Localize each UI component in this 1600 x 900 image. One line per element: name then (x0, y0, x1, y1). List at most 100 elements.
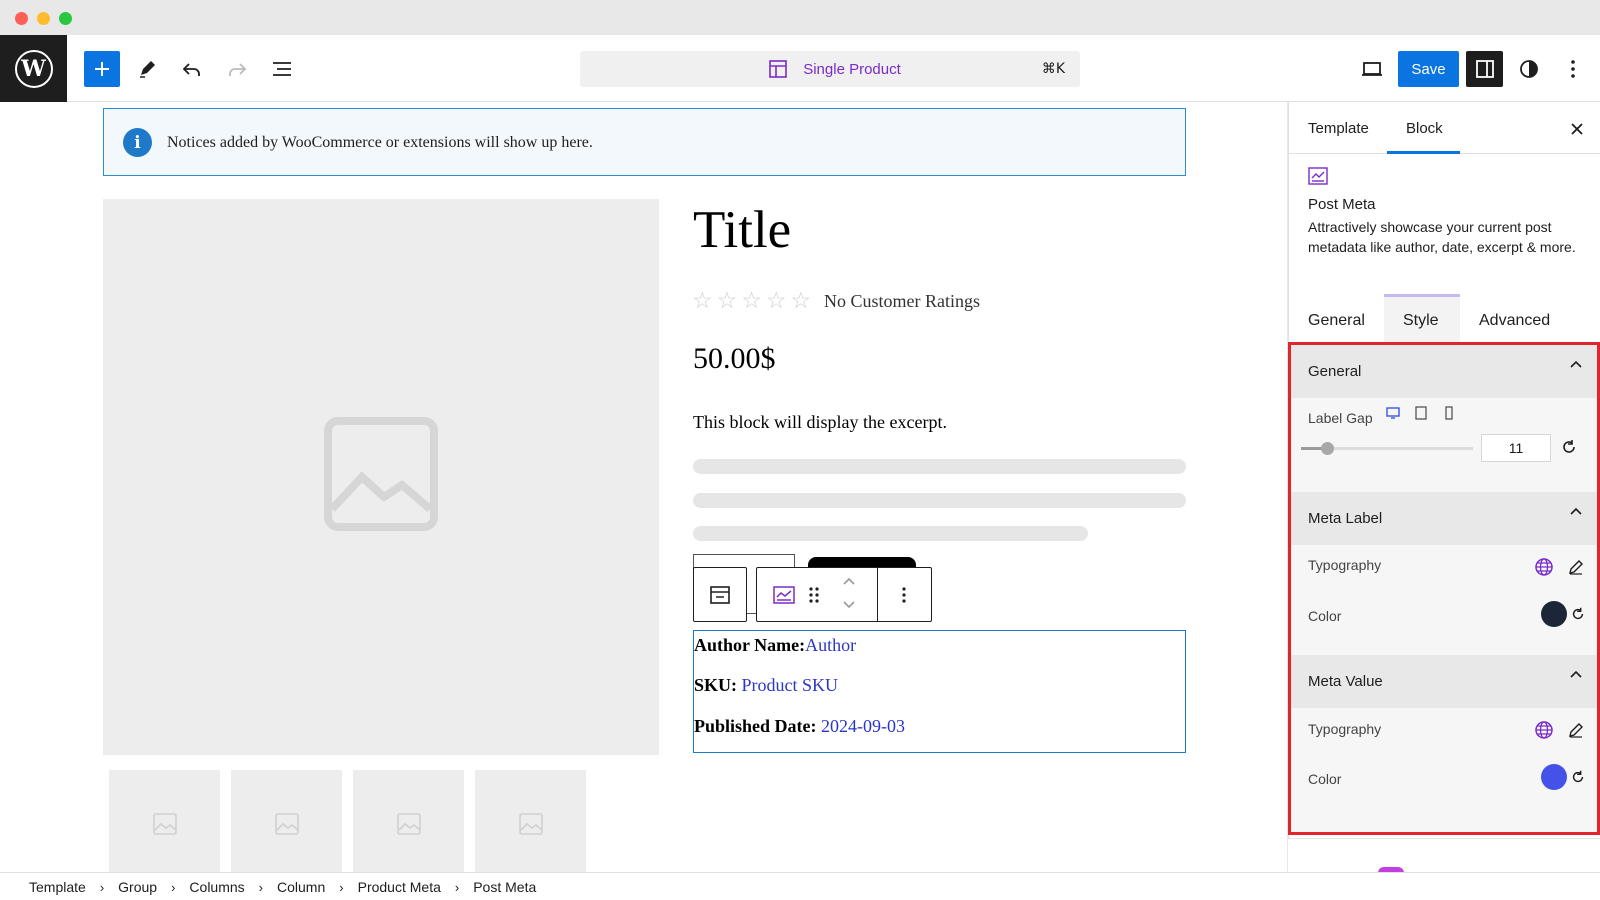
block-toolbar (756, 567, 932, 622)
command-palette-bar[interactable]: Single Product ⌘K (580, 51, 1080, 87)
meta-label: SKU: (694, 675, 738, 695)
image-placeholder-icon (275, 813, 299, 835)
notice-text: Notices added by WooCommerce or extensio… (167, 134, 593, 151)
globe-icon[interactable] (1534, 720, 1554, 740)
document-overview-button[interactable] (264, 51, 300, 87)
desktop-device-icon[interactable] (1384, 404, 1401, 421)
label-gap-input[interactable]: 11 (1481, 434, 1551, 462)
product-image-placeholder[interactable] (103, 199, 659, 755)
chevron-right-icon: › (171, 879, 176, 895)
breadcrumb-item-post-meta[interactable]: Post Meta (473, 879, 536, 895)
skeleton-line (693, 493, 1186, 508)
chevron-up-icon (1570, 507, 1582, 515)
gallery-thumbnail[interactable] (353, 770, 464, 875)
redo-button[interactable] (219, 51, 255, 87)
options-menu-button[interactable] (1555, 51, 1591, 87)
maximize-window-button[interactable] (59, 12, 72, 25)
tab-style[interactable]: Style (1403, 312, 1439, 330)
minimize-window-button[interactable] (37, 12, 50, 25)
meta-row: Author Name:Author (694, 635, 856, 656)
move-down-icon[interactable] (839, 598, 859, 612)
typography-label: Typography (1308, 721, 1382, 737)
move-up-icon[interactable] (839, 574, 859, 588)
meta-value: Author (805, 635, 857, 655)
tab-block[interactable]: Block (1406, 120, 1443, 137)
ratings-text: No Customer Ratings (824, 291, 980, 311)
archive-icon (709, 585, 731, 605)
close-sidebar-button[interactable] (1570, 116, 1584, 142)
post-meta-icon[interactable] (773, 585, 795, 605)
image-placeholder-icon (153, 813, 177, 835)
image-placeholder-icon (324, 417, 438, 531)
section-general-header[interactable]: General (1291, 345, 1597, 398)
save-button[interactable]: Save (1398, 51, 1459, 87)
breadcrumb-item-group[interactable]: Group (118, 879, 157, 895)
select-parent-button[interactable] (693, 567, 747, 622)
close-icon (1571, 123, 1583, 135)
preview-button[interactable] (1354, 51, 1390, 87)
redo-icon (229, 63, 247, 76)
meta-label-color-swatch[interactable] (1541, 601, 1567, 627)
section-meta-label-header[interactable]: Meta Label (1291, 492, 1597, 545)
tab-template[interactable]: Template (1308, 120, 1369, 137)
reset-icon[interactable] (1570, 769, 1586, 785)
section-title: Meta Value (1308, 673, 1383, 690)
chevron-right-icon: › (99, 879, 105, 895)
settings-toggle-button[interactable] (1466, 51, 1503, 87)
star-icon: ☆ (716, 287, 738, 313)
gallery-thumbnail[interactable] (109, 770, 220, 875)
store-notice[interactable]: i Notices added by WooCommerce or extens… (103, 108, 1186, 176)
editor-canvas: i Notices added by WooCommerce or extens… (0, 102, 1287, 875)
post-meta-block[interactable]: Author Name:Author SKU: Product SKU Publ… (693, 630, 1186, 753)
undo-button[interactable] (174, 51, 210, 87)
block-options-icon[interactable] (897, 584, 911, 606)
tablet-device-icon[interactable] (1412, 404, 1429, 421)
meta-label: Author Name: (694, 635, 806, 655)
edit-icon[interactable] (1567, 558, 1585, 576)
label-gap-label: Label Gap (1308, 410, 1373, 426)
mobile-device-icon[interactable] (1440, 404, 1457, 421)
reset-icon[interactable] (1570, 606, 1586, 622)
section-title: General (1308, 363, 1362, 380)
sidebar-icon (1475, 60, 1494, 78)
skeleton-line (693, 459, 1186, 474)
breadcrumb-item-template[interactable]: Template (29, 879, 86, 895)
star-icon: ☆ (765, 287, 787, 313)
breadcrumb-item-column[interactable]: Column (277, 879, 325, 895)
drag-handle-icon[interactable] (807, 584, 821, 606)
star-icon: ☆ (741, 287, 762, 313)
block-breadcrumb-bar: Template › Group › Columns › Column › Pr… (0, 872, 1600, 900)
chevron-right-icon: › (258, 879, 264, 895)
tab-advanced[interactable]: Advanced (1479, 312, 1550, 330)
breadcrumb-item-product-meta[interactable]: Product Meta (358, 879, 441, 895)
edit-icon[interactable] (1567, 721, 1585, 739)
image-placeholder-icon (397, 813, 421, 835)
wordpress-logo-button[interactable]: W (0, 35, 67, 102)
undo-icon (182, 63, 200, 76)
product-excerpt[interactable]: This block will display the excerpt. (693, 412, 947, 433)
meta-label: Published Date: (694, 716, 817, 736)
reset-icon[interactable] (1560, 438, 1578, 456)
breadcrumb-item-columns[interactable]: Columns (189, 879, 244, 895)
meta-value: 2024-09-03 (821, 716, 906, 736)
globe-icon[interactable] (1534, 557, 1554, 577)
rating-stars: ☆ ☆ ☆ ☆ ☆ (692, 287, 811, 314)
tab-general[interactable]: General (1308, 312, 1365, 330)
add-block-button[interactable] (84, 51, 120, 87)
gallery-thumbnail[interactable] (231, 770, 342, 875)
inspector-tabs: General Style Advanced (1289, 294, 1600, 342)
chevron-right-icon: › (339, 879, 344, 895)
label-gap-slider-thumb[interactable] (1321, 442, 1334, 455)
gallery-thumbnail[interactable] (475, 770, 586, 875)
info-icon: i (123, 128, 152, 157)
product-price[interactable]: 50.00$ (693, 342, 776, 376)
command-shortcut: ⌘K (1041, 61, 1065, 77)
section-meta-value-header[interactable]: Meta Value (1291, 655, 1597, 708)
color-label: Color (1308, 771, 1342, 787)
meta-value-color-swatch[interactable] (1541, 764, 1567, 790)
close-window-button[interactable] (15, 12, 28, 25)
pencil-icon (140, 61, 155, 78)
product-title[interactable]: Title (693, 200, 791, 260)
tools-button[interactable] (129, 51, 165, 87)
styles-button[interactable] (1511, 51, 1547, 87)
